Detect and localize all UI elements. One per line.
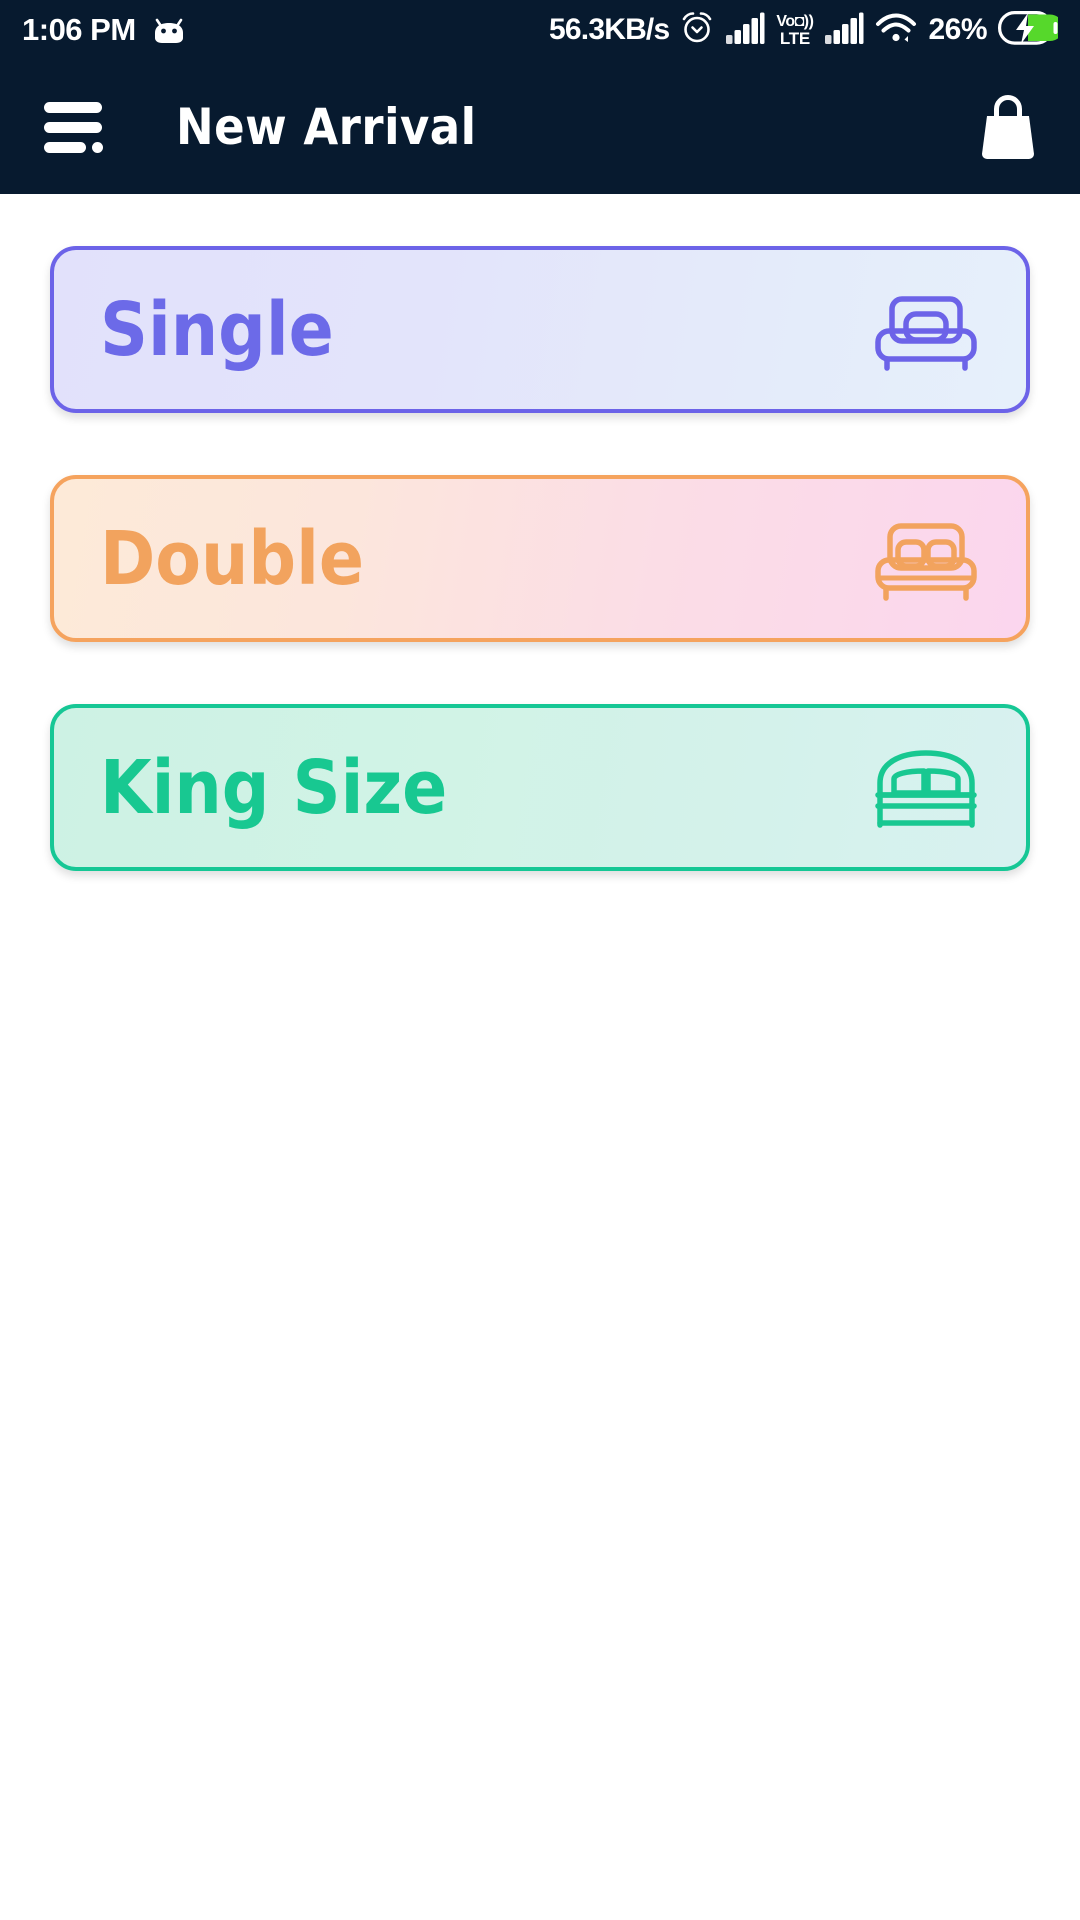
status-bar-left: 1:06 PM	[22, 12, 186, 48]
bed-size-label: King Size	[100, 744, 448, 831]
status-bar-right: 56.3KB/s Vo◘)) LTE 26%	[549, 10, 1064, 50]
hamburger-menu-icon[interactable]	[44, 101, 108, 153]
page-title: New Arrival	[176, 98, 477, 156]
app-bar: New Arrival	[0, 60, 1080, 194]
volte-top-label: Vo	[776, 12, 795, 30]
bed-size-card-king[interactable]: King Size	[50, 704, 1030, 871]
bed-size-card-single[interactable]: Single	[50, 246, 1030, 413]
menu-bar-middle	[44, 121, 102, 133]
wifi-icon	[875, 11, 917, 50]
menu-bar-top	[44, 101, 102, 113]
bed-size-label: Single	[100, 286, 334, 373]
bed-size-label: Double	[100, 515, 365, 602]
menu-dot	[92, 141, 103, 153]
network-speed-label: 56.3KB/s	[549, 13, 670, 46]
battery-percent-label: 26%	[928, 13, 987, 46]
volte-bottom-label: LTE	[779, 28, 810, 48]
battery-charging-icon	[998, 10, 1064, 50]
menu-bar-bottom	[44, 141, 86, 153]
signal-bars-icon	[725, 12, 765, 49]
menu-bar-bottom-row	[44, 141, 108, 153]
double-bed-icon	[872, 516, 980, 602]
signal-bars-icon-secondary	[824, 12, 864, 49]
king-bed-icon	[872, 745, 980, 831]
bed-size-card-double[interactable]: Double	[50, 475, 1030, 642]
volte-signal-waves: ◘))	[794, 12, 814, 30]
shopping-bag-icon[interactable]	[976, 92, 1040, 162]
android-head-icon	[152, 17, 186, 44]
single-bed-icon	[872, 287, 980, 373]
volte-icon: Vo◘)) LTE	[776, 12, 814, 48]
status-bar: 1:06 PM 56.3KB/s Vo◘)) LTE 26%	[0, 0, 1080, 60]
status-time: 1:06 PM	[22, 12, 136, 47]
bed-size-list: Single Double King Size	[0, 194, 1080, 871]
alarm-clock-icon	[680, 11, 714, 50]
